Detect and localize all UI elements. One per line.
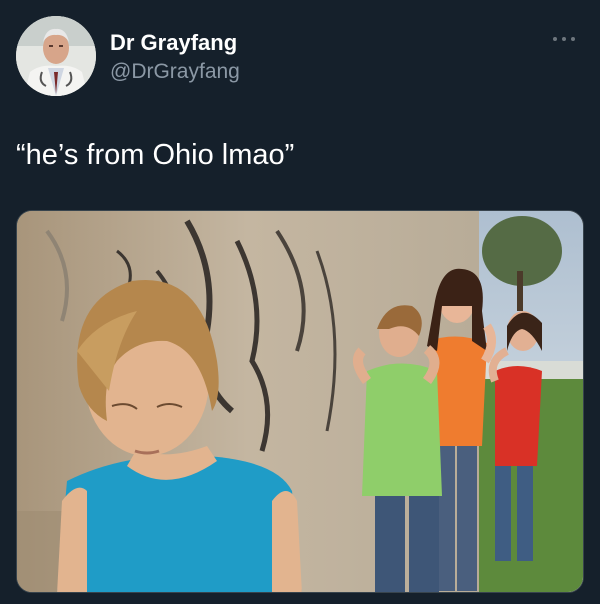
tweet-text: “he’s from Ohio lmao” bbox=[16, 139, 295, 171]
avatar[interactable] bbox=[16, 16, 96, 96]
tweet-media-photo[interactable] bbox=[16, 210, 584, 593]
display-name[interactable]: Dr Grayfang bbox=[110, 30, 237, 56]
avatar-photo bbox=[16, 16, 96, 96]
more-options-button[interactable] bbox=[550, 30, 578, 48]
more-horizontal-icon bbox=[553, 37, 575, 41]
photo-boy-against-graffiti-wall-with-kids-pointing bbox=[17, 211, 583, 592]
user-handle[interactable]: @DrGrayfang bbox=[110, 60, 240, 84]
